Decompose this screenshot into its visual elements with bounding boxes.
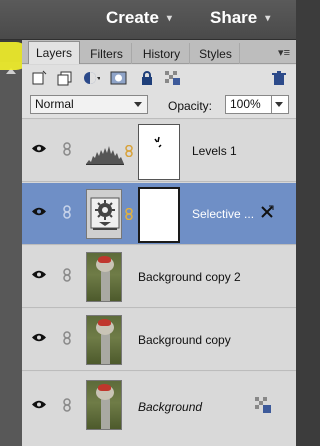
- crane-photo-image: [87, 381, 121, 429]
- opacity-label: Opacity:: [168, 99, 213, 113]
- layer-row-selective-color[interactable]: Selective ...: [22, 183, 296, 245]
- link-icon[interactable]: [62, 398, 72, 412]
- blend-row: Normal Opacity: 100%: [22, 91, 296, 119]
- layer-name: Levels 1: [192, 144, 237, 158]
- layer-row-background-copy[interactable]: Background copy: [22, 309, 296, 371]
- tab-label: History: [142, 46, 181, 61]
- lock-transparency-icon[interactable]: [164, 69, 182, 87]
- blend-mode-value: Normal: [35, 97, 74, 111]
- opacity-input[interactable]: 100%: [225, 95, 289, 114]
- new-group-icon[interactable]: [56, 69, 74, 87]
- chevron-down-icon: [134, 102, 142, 107]
- chevron-down-icon[interactable]: [275, 102, 283, 107]
- mask-link-icon[interactable]: [125, 145, 133, 157]
- eye-icon[interactable]: [32, 207, 46, 216]
- eye-icon[interactable]: [32, 144, 46, 153]
- lock-transparency-icon[interactable]: [254, 396, 272, 414]
- tab-layers[interactable]: Layers: [28, 41, 80, 64]
- layer-image-thumbnail: [86, 315, 122, 365]
- layer-image-thumbnail: [86, 380, 122, 430]
- add-mask-icon[interactable]: [110, 69, 128, 87]
- link-icon[interactable]: [62, 205, 72, 219]
- adjustment-layer-icon[interactable]: [82, 69, 100, 87]
- layer-row-background-copy-2[interactable]: Background copy 2: [22, 246, 296, 308]
- tab-label: Filters: [90, 46, 123, 61]
- tab-styles[interactable]: Styles: [192, 43, 240, 64]
- opacity-divider: [271, 96, 272, 113]
- layer-name: Selective ...: [192, 207, 255, 221]
- tab-label: Layers: [35, 46, 73, 60]
- top-bar: Create ▾ Share ▾: [0, 0, 296, 40]
- blend-mode-select[interactable]: Normal: [30, 95, 148, 114]
- trash-icon[interactable]: [270, 69, 288, 87]
- layer-mask-thumbnail[interactable]: [138, 124, 180, 180]
- eye-icon[interactable]: [32, 333, 46, 342]
- lock-all-icon[interactable]: [138, 69, 156, 87]
- crane-photo-image: [87, 253, 121, 301]
- link-icon[interactable]: [62, 268, 72, 282]
- layers-toolbar: [22, 65, 296, 91]
- tab-history[interactable]: History: [134, 43, 190, 64]
- layer-row-background[interactable]: Background: [22, 372, 296, 446]
- opacity-value: 100%: [230, 97, 261, 111]
- layer-name: Background: [138, 400, 203, 414]
- layer-name: Background copy 2: [138, 270, 241, 284]
- mask-link-icon[interactable]: [125, 208, 133, 220]
- link-icon[interactable]: [62, 331, 72, 345]
- edit-adjustment-icon[interactable]: [260, 205, 274, 219]
- link-icon[interactable]: [62, 142, 72, 156]
- eye-icon[interactable]: [32, 270, 46, 279]
- panel-tabs: Layers Filters History Styles ▾≡: [22, 40, 296, 64]
- new-layer-icon[interactable]: [30, 69, 48, 87]
- chevron-down-icon: ▾: [265, 12, 271, 24]
- share-button[interactable]: Share ▾: [210, 8, 270, 28]
- selective-color-adjustment-icon: [86, 189, 122, 239]
- layer-image-thumbnail: [86, 252, 122, 302]
- layer-name: Background copy: [138, 333, 231, 347]
- eye-icon[interactable]: [32, 400, 46, 409]
- crane-photo-image: [87, 316, 121, 364]
- layers-panel: Layers Filters History Styles ▾≡ Normal: [22, 40, 296, 446]
- layer-row-levels-1[interactable]: Levels 1: [22, 120, 296, 182]
- panel-menu-icon[interactable]: ▾≡: [278, 46, 290, 59]
- create-button[interactable]: Create ▾: [106, 8, 172, 28]
- layer-mask-thumbnail[interactable]: [138, 187, 180, 243]
- tab-filters[interactable]: Filters: [82, 43, 132, 64]
- levels-histogram-icon: [86, 126, 124, 176]
- chevron-down-icon: ▾: [166, 12, 172, 24]
- share-label: Share: [210, 8, 258, 27]
- tab-label: Styles: [199, 46, 232, 61]
- left-scroll-strip: [0, 62, 22, 446]
- create-label: Create: [106, 8, 159, 27]
